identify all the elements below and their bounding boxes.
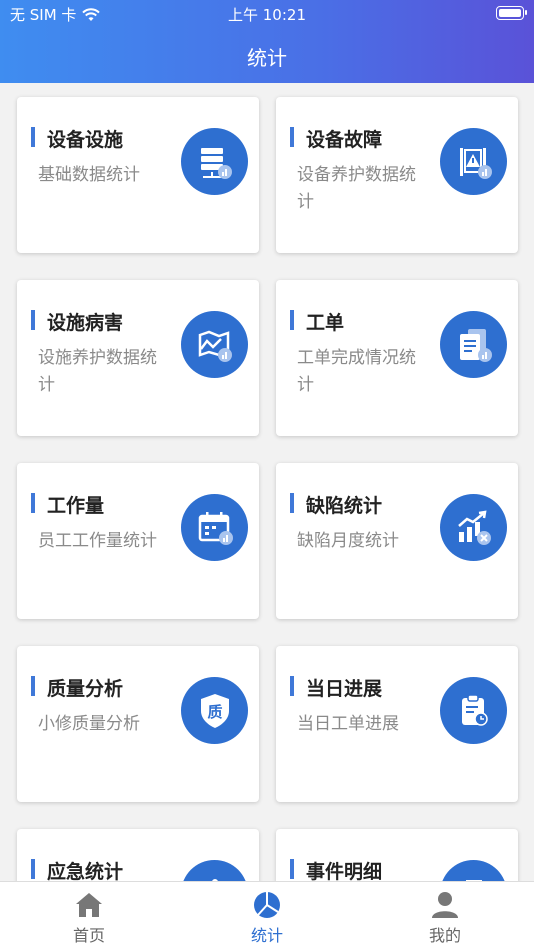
card-title: 设备设施 — [31, 125, 123, 152]
bar-trend-icon — [440, 494, 507, 561]
server-chart-icon — [181, 128, 248, 195]
tab-bar: 首页 统计 我的 — [0, 881, 534, 950]
card-title: 设施病害 — [31, 308, 123, 335]
card-quality-analysis[interactable]: 质量分析 小修质量分析 质 — [17, 646, 259, 802]
page-title: 统计 — [247, 46, 287, 70]
status-time: 上午 10:21 — [228, 6, 306, 24]
card-equipment-fault[interactable]: 设备故障 设备养护数据统计 — [276, 97, 518, 253]
event-detail-icon — [440, 860, 507, 881]
emergency-icon — [181, 860, 248, 881]
card-subtitle: 员工工作量统计 — [38, 531, 157, 551]
battery-icon — [496, 6, 527, 20]
card-title: 质量分析 — [31, 674, 123, 701]
card-subtitle: 当日工单进展 — [297, 714, 399, 734]
card-title: 缺陷统计 — [290, 491, 382, 518]
home-icon — [76, 893, 102, 917]
documents-chart-icon — [440, 311, 507, 378]
status-bar: 无 SIM 卡 上午 10:21 — [0, 0, 534, 28]
tab-label: 统计 — [250, 926, 283, 945]
clipboard-clock-icon — [440, 677, 507, 744]
card-subtitle: 缺陷月度统计 — [297, 531, 399, 551]
card-event-detail[interactable]: 事件明细 — [276, 829, 518, 881]
tab-label: 我的 — [428, 926, 461, 945]
quality-char: 质 — [207, 703, 222, 721]
card-title: 工单 — [290, 308, 344, 335]
card-facility-damage[interactable]: 设施病害 设施养护数据统计 — [17, 280, 259, 436]
card-work-order[interactable]: 工单 工单完成情况统计 — [276, 280, 518, 436]
card-title: 事件明细 — [290, 857, 382, 881]
card-title: 工作量 — [31, 491, 104, 518]
card-subtitle: 工单完成情况统计 — [297, 348, 416, 395]
card-subtitle: 小修质量分析 — [38, 714, 140, 734]
header: 无 SIM 卡 上午 10:21 统计 — [0, 0, 534, 83]
map-chart-icon — [181, 311, 248, 378]
card-emergency-stats[interactable]: 应急统计 — [17, 829, 259, 881]
card-workload[interactable]: 工作量 员工工作量统计 — [17, 463, 259, 619]
tab-home[interactable]: 首页 — [29, 890, 149, 946]
card-title: 当日进展 — [290, 674, 382, 701]
calendar-chart-icon — [181, 494, 248, 561]
tab-profile[interactable]: 我的 — [385, 890, 505, 946]
pie-chart-icon — [254, 892, 280, 918]
warning-chart-icon — [440, 128, 507, 195]
user-icon — [432, 892, 458, 918]
card-subtitle: 基础数据统计 — [38, 165, 140, 185]
card-defect-stats[interactable]: 缺陷统计 缺陷月度统计 — [276, 463, 518, 619]
stats-grid: 设备设施 基础数据统计 设备故障 设备养护数据统计 设施病害 设施养护数据统计 … — [0, 83, 534, 881]
card-equipment[interactable]: 设备设施 基础数据统计 — [17, 97, 259, 253]
card-title: 设备故障 — [290, 125, 382, 152]
card-subtitle: 设施养护数据统计 — [38, 348, 157, 395]
card-daily-progress[interactable]: 当日进展 当日工单进展 — [276, 646, 518, 802]
tab-statistics[interactable]: 统计 — [207, 890, 327, 946]
card-title: 应急统计 — [31, 857, 123, 881]
quality-shield-icon: 质 — [181, 677, 248, 744]
tab-label: 首页 — [72, 926, 105, 945]
card-subtitle: 设备养护数据统计 — [297, 165, 416, 212]
